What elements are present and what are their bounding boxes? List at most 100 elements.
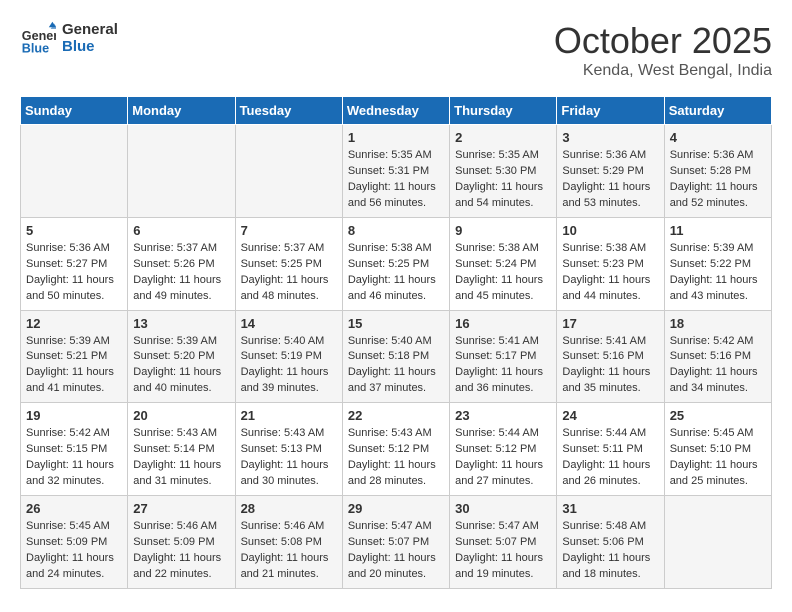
- calendar-cell: 14 Sunrise: 5:40 AMSunset: 5:19 PMDayligh…: [235, 310, 342, 403]
- header-row: SundayMondayTuesdayWednesdayThursdayFrid…: [21, 97, 772, 125]
- calendar-cell: 13 Sunrise: 5:39 AMSunset: 5:20 PMDayligh…: [128, 310, 235, 403]
- day-number: 13: [133, 316, 229, 331]
- day-number: 27: [133, 501, 229, 516]
- calendar-cell: 16 Sunrise: 5:41 AMSunset: 5:17 PMDayligh…: [450, 310, 557, 403]
- cell-info: Sunrise: 5:38 AMSunset: 5:23 PMDaylight:…: [562, 241, 658, 305]
- cell-info: Sunrise: 5:37 AMSunset: 5:26 PMDaylight:…: [133, 241, 229, 305]
- day-number: 29: [348, 501, 444, 516]
- svg-text:Blue: Blue: [22, 41, 49, 55]
- cell-info: Sunrise: 5:44 AMSunset: 5:11 PMDaylight:…: [562, 426, 658, 490]
- cell-info: Sunrise: 5:35 AMSunset: 5:31 PMDaylight:…: [348, 148, 444, 212]
- day-number: 9: [455, 223, 551, 238]
- day-number: 3: [562, 130, 658, 145]
- day-number: 30: [455, 501, 551, 516]
- calendar-table: SundayMondayTuesdayWednesdayThursdayFrid…: [20, 96, 772, 589]
- calendar-cell: 8 Sunrise: 5:38 AMSunset: 5:25 PMDaylight…: [342, 217, 449, 310]
- cell-info: Sunrise: 5:41 AMSunset: 5:17 PMDaylight:…: [455, 334, 551, 398]
- cell-info: Sunrise: 5:43 AMSunset: 5:14 PMDaylight:…: [133, 426, 229, 490]
- calendar-cell: 15 Sunrise: 5:40 AMSunset: 5:18 PMDayligh…: [342, 310, 449, 403]
- calendar-cell: 17Sunrise: 5:41 AMSunset: 5:16 PMDayligh…: [557, 310, 664, 403]
- cell-info: Sunrise: 5:43 AMSunset: 5:12 PMDaylight:…: [348, 426, 444, 490]
- weekday-header: Friday: [557, 97, 664, 125]
- cell-info: Sunrise: 5:39 AMSunset: 5:22 PMDaylight:…: [670, 241, 766, 305]
- logo-text-general: General: [62, 21, 118, 38]
- weekday-header: Monday: [128, 97, 235, 125]
- title-block: October 2025 Kenda, West Bengal, India: [554, 20, 772, 80]
- location-subtitle: Kenda, West Bengal, India: [554, 62, 772, 80]
- weekday-header: Thursday: [450, 97, 557, 125]
- calendar-week-row: 12Sunrise: 5:39 AMSunset: 5:21 PMDayligh…: [21, 310, 772, 403]
- calendar-cell: 11Sunrise: 5:39 AMSunset: 5:22 PMDayligh…: [664, 217, 771, 310]
- day-number: 16: [455, 316, 551, 331]
- logo-text-blue: Blue: [62, 38, 118, 55]
- day-number: 14: [241, 316, 337, 331]
- day-number: 24: [562, 408, 658, 423]
- calendar-cell: 7Sunrise: 5:37 AMSunset: 5:25 PMDaylight…: [235, 217, 342, 310]
- cell-info: Sunrise: 5:47 AMSunset: 5:07 PMDaylight:…: [455, 519, 551, 583]
- day-number: 31: [562, 501, 658, 516]
- calendar-cell: 31 Sunrise: 5:48 AMSunset: 5:06 PMDayligh…: [557, 496, 664, 589]
- day-number: 10: [562, 223, 658, 238]
- calendar-week-row: 26Sunrise: 5:45 AMSunset: 5:09 PMDayligh…: [21, 496, 772, 589]
- cell-info: Sunrise: 5:36 AMSunset: 5:27 PMDaylight:…: [26, 241, 122, 305]
- weekday-header: Sunday: [21, 97, 128, 125]
- page-header: General Blue General Blue October 2025 K…: [20, 20, 772, 80]
- day-number: 5: [26, 223, 122, 238]
- weekday-header: Wednesday: [342, 97, 449, 125]
- cell-info: Sunrise: 5:45 AMSunset: 5:10 PMDaylight:…: [670, 426, 766, 490]
- weekday-header: Tuesday: [235, 97, 342, 125]
- calendar-cell: 12Sunrise: 5:39 AMSunset: 5:21 PMDayligh…: [21, 310, 128, 403]
- calendar-cell: 23 Sunrise: 5:44 AMSunset: 5:12 PMDayligh…: [450, 403, 557, 496]
- logo: General Blue General Blue: [20, 20, 118, 56]
- day-number: 18: [670, 316, 766, 331]
- cell-info: Sunrise: 5:46 AMSunset: 5:08 PMDaylight:…: [241, 519, 337, 583]
- calendar-cell: 22 Sunrise: 5:43 AMSunset: 5:12 PMDayligh…: [342, 403, 449, 496]
- calendar-body: 1Sunrise: 5:35 AMSunset: 5:31 PMDaylight…: [21, 125, 772, 589]
- day-number: 28: [241, 501, 337, 516]
- calendar-cell: 28 Sunrise: 5:46 AMSunset: 5:08 PMDayligh…: [235, 496, 342, 589]
- day-number: 2: [455, 130, 551, 145]
- calendar-week-row: 19 Sunrise: 5:42 AMSunset: 5:15 PMDayligh…: [21, 403, 772, 496]
- calendar-cell: 18 Sunrise: 5:42 AMSunset: 5:16 PMDayligh…: [664, 310, 771, 403]
- cell-info: Sunrise: 5:42 AMSunset: 5:15 PMDaylight:…: [26, 426, 122, 490]
- calendar-cell: [664, 496, 771, 589]
- cell-info: Sunrise: 5:46 AMSunset: 5:09 PMDaylight:…: [133, 519, 229, 583]
- day-number: 22: [348, 408, 444, 423]
- calendar-week-row: 5 Sunrise: 5:36 AMSunset: 5:27 PMDaylight…: [21, 217, 772, 310]
- cell-info: Sunrise: 5:38 AMSunset: 5:24 PMDaylight:…: [455, 241, 551, 305]
- cell-info: Sunrise: 5:48 AMSunset: 5:06 PMDaylight:…: [562, 519, 658, 583]
- calendar-header: SundayMondayTuesdayWednesdayThursdayFrid…: [21, 97, 772, 125]
- cell-info: Sunrise: 5:47 AMSunset: 5:07 PMDaylight:…: [348, 519, 444, 583]
- calendar-cell: 9 Sunrise: 5:38 AMSunset: 5:24 PMDaylight…: [450, 217, 557, 310]
- day-number: 21: [241, 408, 337, 423]
- calendar-cell: 20 Sunrise: 5:43 AMSunset: 5:14 PMDayligh…: [128, 403, 235, 496]
- calendar-cell: [128, 125, 235, 218]
- day-number: 8: [348, 223, 444, 238]
- calendar-cell: 6Sunrise: 5:37 AMSunset: 5:26 PMDaylight…: [128, 217, 235, 310]
- cell-info: Sunrise: 5:43 AMSunset: 5:13 PMDaylight:…: [241, 426, 337, 490]
- cell-info: Sunrise: 5:39 AMSunset: 5:20 PMDaylight:…: [133, 334, 229, 398]
- day-number: 4: [670, 130, 766, 145]
- cell-info: Sunrise: 5:36 AMSunset: 5:28 PMDaylight:…: [670, 148, 766, 212]
- calendar-cell: 30 Sunrise: 5:47 AMSunset: 5:07 PMDayligh…: [450, 496, 557, 589]
- cell-info: Sunrise: 5:42 AMSunset: 5:16 PMDaylight:…: [670, 334, 766, 398]
- cell-info: Sunrise: 5:44 AMSunset: 5:12 PMDaylight:…: [455, 426, 551, 490]
- day-number: 23: [455, 408, 551, 423]
- calendar-cell: 1Sunrise: 5:35 AMSunset: 5:31 PMDaylight…: [342, 125, 449, 218]
- cell-info: Sunrise: 5:40 AMSunset: 5:19 PMDaylight:…: [241, 334, 337, 398]
- cell-info: Sunrise: 5:38 AMSunset: 5:25 PMDaylight:…: [348, 241, 444, 305]
- calendar-week-row: 1Sunrise: 5:35 AMSunset: 5:31 PMDaylight…: [21, 125, 772, 218]
- logo-icon: General Blue: [20, 20, 56, 56]
- month-title: October 2025: [554, 20, 772, 62]
- day-number: 26: [26, 501, 122, 516]
- calendar-cell: 26Sunrise: 5:45 AMSunset: 5:09 PMDayligh…: [21, 496, 128, 589]
- weekday-header: Saturday: [664, 97, 771, 125]
- day-number: 19: [26, 408, 122, 423]
- day-number: 15: [348, 316, 444, 331]
- calendar-cell: 19 Sunrise: 5:42 AMSunset: 5:15 PMDayligh…: [21, 403, 128, 496]
- cell-info: Sunrise: 5:40 AMSunset: 5:18 PMDaylight:…: [348, 334, 444, 398]
- day-number: 20: [133, 408, 229, 423]
- calendar-cell: 25Sunrise: 5:45 AMSunset: 5:10 PMDayligh…: [664, 403, 771, 496]
- calendar-cell: 3Sunrise: 5:36 AMSunset: 5:29 PMDaylight…: [557, 125, 664, 218]
- cell-info: Sunrise: 5:41 AMSunset: 5:16 PMDaylight:…: [562, 334, 658, 398]
